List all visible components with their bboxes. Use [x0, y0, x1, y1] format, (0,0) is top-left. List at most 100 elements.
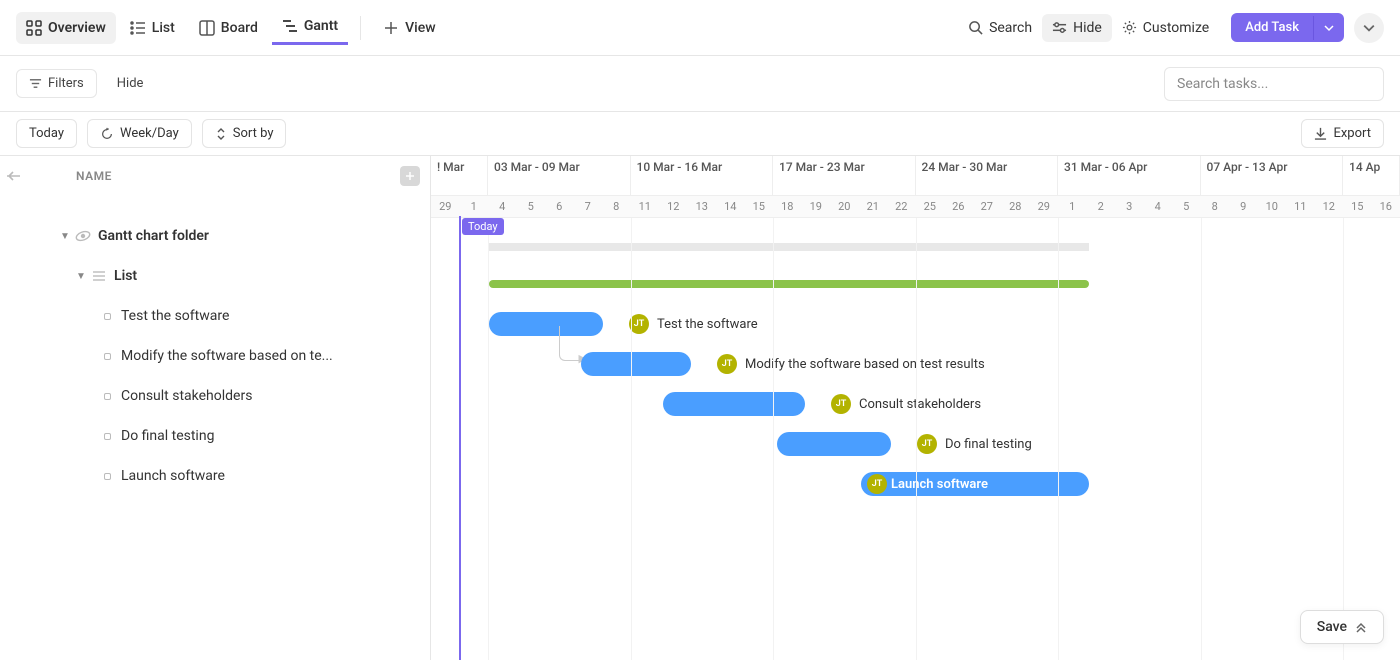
assignee-avatar[interactable]: JT [629, 314, 649, 334]
tab-list[interactable]: List [120, 12, 185, 44]
folder-row[interactable]: ▼ Gantt chart folder [0, 216, 430, 256]
search-placeholder: Search tasks... [1177, 76, 1268, 92]
task-list-header: NAME [0, 156, 430, 196]
day-header-cell: 5 [517, 196, 546, 217]
task-row[interactable]: Consult stakeholders [0, 376, 430, 416]
assignee-avatar[interactable]: JT [831, 394, 851, 414]
task-row[interactable]: Launch software [0, 456, 430, 496]
grid-line [1201, 218, 1202, 660]
chevron-down-icon [1363, 22, 1375, 34]
task-row[interactable]: Modify the software based on te... [0, 336, 430, 376]
day-header-cell: 15 [745, 196, 774, 217]
task-name: Test the software [121, 308, 229, 324]
gantt-bar[interactable] [581, 352, 691, 376]
tab-gantt-label: Gantt [304, 18, 338, 34]
hide-button[interactable]: Hide [1042, 14, 1112, 42]
bar-text: Do final testing [945, 437, 1032, 452]
week-header-cell: 07 Apr - 13 Apr [1201, 156, 1344, 195]
list-row[interactable]: ▼ List [0, 256, 430, 296]
day-header-cell: 4 [1144, 196, 1173, 217]
task-tree: ▼ Gantt chart folder ▼ List Test the sof… [0, 196, 430, 496]
week-header-cell: ! Mar [431, 156, 488, 195]
dependency-line: ▶ [559, 326, 581, 361]
gantt-bar[interactable]: JT Launch software [861, 472, 1089, 496]
day-header-cell: 18 [773, 196, 802, 217]
day-header-cell: 8 [602, 196, 631, 217]
day-header-cell: 29 [1030, 196, 1059, 217]
folder-range-bar[interactable] [489, 243, 1089, 251]
gantt-bar-label-inside: JT Launch software [891, 477, 988, 492]
today-line [459, 216, 461, 660]
day-header-cell: 19 [802, 196, 831, 217]
export-label: Export [1333, 126, 1371, 141]
task-name: Consult stakeholders [121, 388, 252, 404]
gantt-bar[interactable] [489, 312, 603, 336]
gantt-bar-label: JT Test the software [629, 314, 758, 334]
tab-gantt[interactable]: Gantt [272, 10, 348, 45]
week-header-cell: 14 Ap [1343, 156, 1400, 195]
gantt-bar[interactable] [777, 432, 891, 456]
gantt-bar[interactable] [663, 392, 805, 416]
day-header-cell: 13 [688, 196, 717, 217]
day-header-cell: 11 [631, 196, 660, 217]
today-button[interactable]: Today [16, 119, 77, 148]
tab-board[interactable]: Board [189, 12, 268, 44]
add-column-button[interactable] [400, 166, 420, 186]
gear-icon [1122, 20, 1137, 35]
day-header-cell: 2 [1087, 196, 1116, 217]
hide-columns-button[interactable]: Hide [105, 70, 156, 97]
day-header-cell: 6 [545, 196, 574, 217]
tab-new-view[interactable]: View [373, 12, 446, 44]
week-header-cell: 10 Mar - 16 Mar [631, 156, 774, 195]
assignee-avatar[interactable]: JT [717, 354, 737, 374]
hide-label-2: Hide [117, 76, 144, 91]
add-task-button[interactable]: Add Task [1231, 13, 1344, 42]
assignee-avatar[interactable]: JT [867, 474, 887, 494]
tab-board-label: Board [221, 20, 258, 36]
weekday-label: Week/Day [120, 126, 179, 141]
week-header-cell: 17 Mar - 23 Mar [773, 156, 916, 195]
save-button[interactable]: Save [1300, 610, 1384, 644]
search-button[interactable]: Search [958, 14, 1042, 42]
filters-button[interactable]: Filters [16, 69, 97, 98]
collapse-panel-button[interactable] [5, 169, 21, 183]
day-header-cell: 1 [1058, 196, 1087, 217]
bar-text: Modify the software based on test result… [745, 357, 985, 372]
day-header-cell: 4 [488, 196, 517, 217]
gantt-timeline[interactable]: ! Mar03 Mar - 09 Mar10 Mar - 16 Mar17 Ma… [431, 156, 1400, 660]
bar-text: Test the software [657, 317, 758, 332]
search-tasks-input[interactable]: Search tasks... [1164, 67, 1384, 101]
day-header-cell: 7 [574, 196, 603, 217]
hide-label: Hide [1073, 20, 1102, 36]
task-row[interactable]: Test the software [0, 296, 430, 336]
more-button[interactable] [1354, 13, 1384, 43]
customize-button[interactable]: Customize [1112, 14, 1219, 42]
gantt-bar-label: JT Consult stakeholders [831, 394, 981, 414]
zoom-icon [100, 127, 114, 141]
sliders-icon [1052, 20, 1067, 35]
timeline-week-header: ! Mar03 Mar - 09 Mar10 Mar - 16 Mar17 Ma… [431, 156, 1400, 196]
status-bullet-icon [104, 353, 111, 360]
export-button[interactable]: Export [1301, 119, 1384, 148]
task-list-panel: NAME ▼ Gantt chart folder ▼ List Test th… [0, 156, 431, 660]
task-row[interactable]: Do final testing [0, 416, 430, 456]
day-header-cell: 10 [1258, 196, 1287, 217]
sortby-button[interactable]: Sort by [202, 119, 287, 148]
gantt-controls-bar: Today Week/Day Sort by Export [0, 112, 1400, 156]
assignee-avatar[interactable]: JT [917, 434, 937, 454]
tab-list-label: List [152, 20, 175, 36]
gantt-bar-label: JT Do final testing [917, 434, 1032, 454]
day-header-cell: 26 [944, 196, 973, 217]
add-task-dropdown[interactable] [1313, 16, 1344, 40]
filters-bar: Filters Hide Search tasks... [0, 56, 1400, 112]
add-task-label: Add Task [1231, 13, 1313, 42]
tab-overview[interactable]: Overview [16, 12, 116, 44]
gantt-icon [282, 18, 298, 34]
zoom-weekday-button[interactable]: Week/Day [87, 119, 192, 148]
week-header-cell: 31 Mar - 06 Apr [1058, 156, 1201, 195]
day-header-cell: 16 [1372, 196, 1400, 217]
list-range-bar[interactable] [489, 280, 1089, 288]
day-header-cell: 27 [973, 196, 1002, 217]
list-icon [130, 20, 146, 36]
day-header-cell: 12 [1315, 196, 1344, 217]
